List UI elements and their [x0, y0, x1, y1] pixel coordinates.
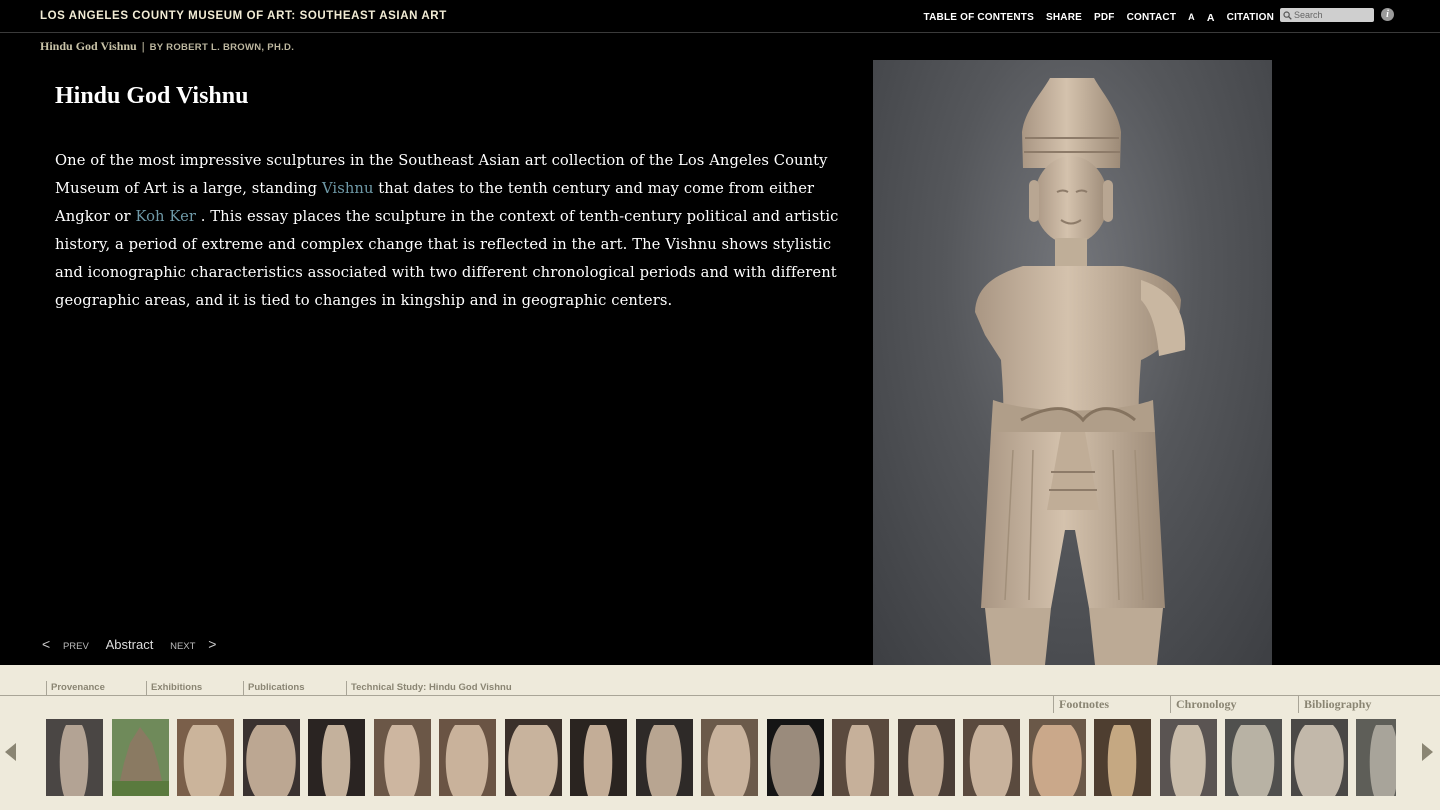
bottom-panel: Provenance Exhibitions Publications Tech… [0, 665, 1440, 810]
thumbnail-image [59, 725, 89, 796]
sculpture-figure [975, 78, 1186, 665]
thumbnail-item[interactable] [177, 719, 234, 796]
top-bar: LOS ANGELES COUNTY MUSEUM OF ART: SOUTHE… [0, 0, 1440, 33]
search-input[interactable] [1292, 10, 1370, 20]
prev-button[interactable]: PREV [63, 641, 89, 652]
thumbnail-image [1293, 725, 1344, 796]
thumbnail-item[interactable] [963, 719, 1020, 796]
tab-bibliography[interactable]: Bibliography [1298, 695, 1371, 713]
vishnu-link[interactable]: Vishnu [322, 180, 374, 197]
thumb-scroll-left-icon[interactable] [5, 743, 16, 761]
thumbnail-strip [46, 719, 1396, 796]
search-icon [1283, 10, 1292, 20]
pager: < PREV Abstract NEXT > [42, 636, 216, 652]
thumbnail-image [383, 725, 420, 796]
nav-table-of-contents[interactable]: TABLE OF CONTENTS [924, 12, 1034, 24]
thumbnail-item[interactable] [439, 719, 496, 796]
thumbnail-image [845, 725, 875, 796]
page-title: Hindu God Vishnu [55, 83, 249, 109]
thumbnail-item[interactable] [46, 719, 103, 796]
thumbnail-image [445, 725, 489, 796]
thumbnail-item[interactable] [635, 719, 693, 796]
thumbnail-image [645, 725, 682, 796]
thumbnail-image [245, 725, 296, 796]
current-section: Abstract [105, 637, 154, 652]
thumbnail-image [183, 725, 227, 796]
breadcrumb-title[interactable]: Hindu God Vishnu [40, 39, 137, 53]
thumbnail-item[interactable] [897, 719, 955, 796]
thumbnail-item[interactable] [570, 719, 627, 796]
font-size-decrease-button[interactable]: A [1188, 12, 1195, 24]
tab-exhibitions[interactable]: Exhibitions [146, 681, 202, 695]
thumbnail-item[interactable] [1290, 719, 1348, 796]
nav-contact[interactable]: CONTACT [1127, 12, 1177, 24]
thumbnail-image [321, 725, 351, 796]
thumbnail-image [507, 725, 558, 796]
bottom-tabs: Provenance Exhibitions Publications Tech… [0, 681, 1440, 696]
breadcrumb-separator: | [141, 41, 145, 53]
thumbnail-image [769, 725, 820, 796]
thumbnail-item[interactable] [832, 719, 889, 796]
tab-provenance[interactable]: Provenance [46, 681, 105, 695]
breadcrumb-author: BY ROBERT L. BROWN, PH.D. [149, 42, 295, 53]
thumbnail-image [583, 725, 613, 796]
thumbnail-item[interactable] [701, 719, 758, 796]
nav-citation[interactable]: CITATION [1227, 12, 1274, 24]
search-box [1280, 8, 1374, 22]
prev-arrow-icon[interactable]: < [42, 636, 50, 652]
thumbnail-item[interactable] [766, 719, 824, 796]
thumbnail-image [1231, 725, 1275, 796]
thumbnail-image [707, 725, 751, 796]
abstract-text: One of the most impressive sculptures in… [55, 147, 855, 315]
vishnu-sculpture-image [873, 60, 1272, 665]
info-icon[interactable]: i [1381, 8, 1394, 21]
tab-chronology[interactable]: Chronology [1170, 695, 1236, 713]
thumbnail-item[interactable] [504, 719, 562, 796]
thumbnail-image [1169, 725, 1206, 796]
thumbnail-item[interactable] [242, 719, 300, 796]
font-size-increase-button[interactable]: A [1207, 12, 1215, 24]
next-button[interactable]: NEXT [170, 641, 195, 652]
tab-technical-study[interactable]: Technical Study: Hindu God Vishnu [346, 681, 512, 695]
site-title[interactable]: LOS ANGELES COUNTY MUSEUM OF ART: SOUTHE… [40, 10, 447, 22]
thumbnail-image [907, 725, 944, 796]
koh-ker-link[interactable]: Koh Ker [135, 208, 196, 225]
thumbnail-image [1031, 725, 1082, 796]
tab-publications[interactable]: Publications [243, 681, 304, 695]
top-nav: TABLE OF CONTENTS SHARE PDF CONTACT A A … [924, 12, 1274, 24]
thumbnail-image [1369, 725, 1396, 796]
thumbnail-image [969, 725, 1013, 796]
thumb-scroll-right-icon[interactable] [1422, 743, 1433, 761]
thumbnail-item[interactable] [308, 719, 365, 796]
thumbnail-image [1107, 725, 1137, 796]
thumbnail-item[interactable] [1159, 719, 1217, 796]
nav-share[interactable]: SHARE [1046, 12, 1082, 24]
nav-pdf[interactable]: PDF [1094, 12, 1115, 24]
thumbnail-item[interactable] [1028, 719, 1086, 796]
thumbnail-item[interactable] [111, 719, 169, 796]
thumbnail-item[interactable] [373, 719, 431, 796]
thumbnail-item[interactable] [1356, 719, 1396, 796]
next-arrow-icon[interactable]: > [208, 636, 216, 652]
thumbnail-item[interactable] [1225, 719, 1282, 796]
thumbnail-item[interactable] [1094, 719, 1151, 796]
tab-footnotes[interactable]: Footnotes [1053, 695, 1109, 713]
breadcrumb: Hindu God Vishnu | BY ROBERT L. BROWN, PH.… [40, 37, 294, 55]
thumbnail-image [111, 727, 169, 796]
